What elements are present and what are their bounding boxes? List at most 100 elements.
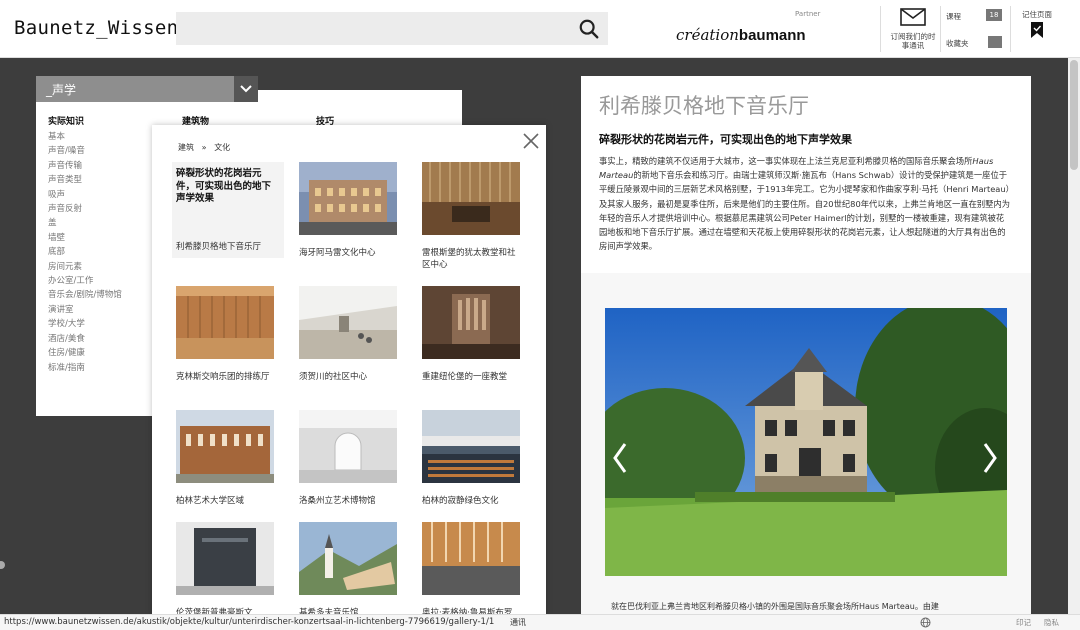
topic-item[interactable]: 住房/健康 — [48, 346, 122, 360]
gallery-tile-active[interactable]: 碎裂形状的花岗岩元件，可实现出色的地下声学效果 利希滕贝格地下音乐厅 — [172, 162, 284, 258]
topic-list: 基本 声音/噪音 声音传输 声音类型 吸声 声音反射 盖 墙壁 底部 房间元素 … — [48, 130, 122, 375]
breadcrumb-item-culture[interactable]: 文化 — [214, 143, 230, 152]
favorites-label[interactable]: 收藏夹 — [946, 38, 969, 49]
topic-item[interactable]: 声音反射 — [48, 202, 122, 216]
site-header: Baunetz_Wissen_ Partner créationbaumann … — [0, 0, 1080, 58]
course-label[interactable]: 课程 — [946, 11, 961, 22]
thumbnail-image — [422, 286, 520, 359]
gallery-tile[interactable]: 柏林的寂静绿色文化 — [422, 410, 522, 507]
thumbnail-image — [422, 522, 520, 595]
topic-item[interactable]: 演讲室 — [48, 303, 122, 317]
thumbnail-image — [176, 286, 274, 359]
gallery-tile[interactable]: 基希多夫音乐馆 — [299, 522, 399, 619]
thumbnail-image — [299, 162, 397, 235]
breadcrumb-item-architecture[interactable]: 建筑 — [178, 143, 194, 152]
topic-item[interactable]: 盖 — [48, 216, 122, 230]
gallery-tile[interactable]: 雷根斯堡的犹太教堂和社区中心 — [422, 162, 522, 271]
topic-item[interactable]: 音乐会/剧院/博物馆 — [48, 288, 122, 302]
thumbnail-image — [176, 410, 274, 483]
thumbnail-image — [299, 522, 397, 595]
chevron-left-icon[interactable] — [610, 440, 630, 476]
scrollbar[interactable] — [1068, 58, 1080, 618]
gallery-tile[interactable]: 奥拉·麦格纳·鲁易斯布罗 — [422, 522, 522, 619]
privacy-link[interactable]: 隐私 — [1044, 617, 1059, 628]
article-body-part1: 事实上，精致的建筑不仅适用于大城市，这一事实体现在上法兰克尼亚利希滕贝格的国际音… — [599, 156, 973, 166]
hero-image[interactable] — [605, 308, 1007, 576]
article-subtitle: 碎裂形状的花岗岩元件，可实现出色的地下声学效果 — [599, 133, 852, 146]
course-count-badge[interactable]: 18 — [986, 9, 1002, 21]
gallery-tile[interactable]: 克林斯交响乐团的排练厅 — [176, 286, 276, 383]
article-body-part2: 的新地下音乐会和练习厅。由瑞士建筑师汉斯·施瓦布（Hans Schwab）设计的… — [599, 170, 1011, 252]
article-intro: 利希滕贝格地下音乐厅 碎裂形状的花岗岩元件，可实现出色的地下声学效果 事实上，精… — [581, 76, 1031, 273]
gallery-tile-caption: 克林斯交响乐团的排练厅 — [176, 372, 270, 382]
thumbnail-image — [299, 410, 397, 483]
mail-icon — [900, 8, 926, 26]
topic-item[interactable]: 吸声 — [48, 188, 122, 202]
search-icon[interactable] — [578, 18, 600, 40]
gallery-tile[interactable]: 柏林艺术大学区域 — [176, 410, 276, 507]
topic-item[interactable]: 底部 — [48, 245, 122, 259]
chevron-down-icon[interactable] — [234, 76, 258, 102]
topic-item[interactable]: 声音传输 — [48, 159, 122, 173]
gallery-tile-caption: 须贺川的社区中心 — [299, 372, 368, 382]
gallery-tile-caption: 洛桑州立艺术博物馆 — [299, 496, 376, 506]
topic-item[interactable]: 酒店/美食 — [48, 332, 122, 346]
divider — [940, 6, 941, 52]
globe-icon[interactable] — [920, 617, 931, 628]
partner-label: Partner — [795, 10, 821, 18]
close-icon[interactable] — [521, 131, 541, 151]
divider — [880, 6, 881, 52]
newsletter-button[interactable]: 订阅我们的时事通讯 — [888, 8, 938, 52]
breadcrumb-separator: » — [201, 143, 207, 152]
gallery-tile-caption: 重建纽伦堡的一座教堂 — [422, 372, 508, 382]
gallery-tile-caption: 海牙阿马雷文化中心 — [299, 248, 376, 258]
topic-select[interactable]: _声学 — [36, 76, 258, 102]
gallery-tile-caption: 柏林的寂静绿色文化 — [422, 496, 499, 506]
partner-logo[interactable]: créationbaumann — [676, 26, 806, 44]
thumbnail-image — [422, 162, 520, 235]
topic-item[interactable]: 声音/噪音 — [48, 144, 122, 158]
imprint-link[interactable]: 印记 — [1016, 617, 1031, 628]
bookmark-label: 记住页面 — [1022, 10, 1052, 19]
gallery-tile[interactable]: 伦茨堡新普弗豪斯文 — [176, 522, 276, 619]
gallery-tile[interactable]: 须贺川的社区中心 — [299, 286, 399, 383]
favorites-icon[interactable] — [988, 36, 1002, 48]
topic-select-value: _声学 — [46, 83, 77, 97]
article-title: 利希滕贝格地下音乐厅 — [599, 94, 809, 118]
gallery-tile[interactable]: 海牙阿马雷文化中心 — [299, 162, 399, 259]
side-dot-icon — [0, 561, 5, 569]
partner-logo-script: création — [676, 26, 739, 44]
thumbnail-image — [422, 410, 520, 483]
topic-item[interactable]: 基本 — [48, 130, 122, 144]
chevron-right-icon[interactable] — [980, 440, 1000, 476]
article-body: 事实上，精致的建筑不仅适用于大城市，这一事实体现在上法兰克尼亚利希滕贝格的国际音… — [599, 154, 1011, 253]
topic-item[interactable]: 学校/大学 — [48, 317, 122, 331]
topic-col-facts[interactable]: 实际知识 — [48, 114, 84, 127]
topic-item[interactable]: 墙壁 — [48, 231, 122, 245]
thumbnail-image — [299, 286, 397, 359]
thumbnail-image — [176, 522, 274, 595]
newsletter-label: 订阅我们的时事通讯 — [890, 32, 936, 50]
partner-logo-bold: baumann — [738, 27, 806, 44]
search-input[interactable] — [176, 12, 608, 45]
scrollbar-thumb[interactable] — [1070, 60, 1078, 170]
site-logo[interactable]: Baunetz_Wissen_ — [14, 17, 190, 39]
topic-item[interactable]: 标准/指南 — [48, 361, 122, 375]
status-url: https://www.baunetzwissen.de/akustik/obj… — [4, 617, 495, 627]
divider — [1010, 6, 1011, 52]
breadcrumb: 建筑 » 文化 — [178, 142, 230, 153]
topic-item[interactable]: 房间元素 — [48, 260, 122, 274]
gallery-tile[interactable]: 洛桑州立艺术博物馆 — [299, 410, 399, 507]
gallery-tile-caption: 利希滕贝格地下音乐厅 — [176, 242, 262, 252]
topic-item[interactable]: 声音类型 — [48, 173, 122, 187]
gallery-tile-caption: 柏林艺术大学区域 — [176, 496, 245, 506]
status-bar: https://www.baunetzwissen.de/akustik/obj… — [0, 614, 1080, 630]
bookmark-icon — [1031, 22, 1043, 38]
gallery-tile[interactable]: 重建纽伦堡的一座教堂 — [422, 286, 522, 383]
gallery-tile-title: 碎裂形状的花岗岩元件，可实现出色的地下声学效果 — [176, 168, 272, 204]
article-continuation: 就在巴伐利亚上弗兰肯地区利希滕贝格小镇的外围是国际音乐聚会场所Haus Mart… — [611, 602, 939, 611]
topic-item[interactable]: 办公室/工作 — [48, 274, 122, 288]
bookmark-page-button[interactable]: 记住页面 — [1020, 10, 1054, 41]
gallery-tile-caption: 雷根斯堡的犹太教堂和社区中心 — [422, 248, 516, 270]
status-newsletter-link[interactable]: 通讯 — [510, 617, 526, 628]
